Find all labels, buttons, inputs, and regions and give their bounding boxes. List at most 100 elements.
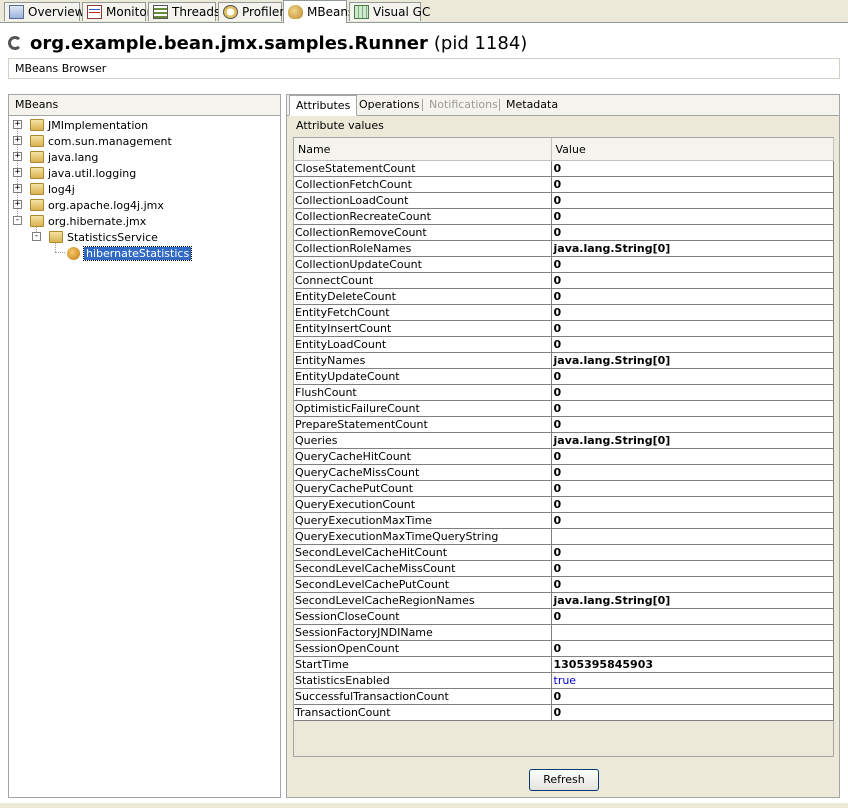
refresh-button[interactable]: Refresh: [529, 769, 599, 791]
table-row[interactable]: QueryExecutionMaxTimeQueryString: [294, 528, 834, 545]
table-row[interactable]: SessionOpenCount 0: [294, 640, 834, 657]
table-header-row: Name Value: [294, 138, 834, 161]
attribute-name-cell: PrepareStatementCount: [294, 416, 552, 433]
table-row[interactable]: EntityFetchCount 0: [294, 304, 834, 321]
column-header-value[interactable]: Value: [551, 138, 834, 161]
expand-icon[interactable]: +: [13, 136, 22, 145]
mbeans-icon: [288, 5, 303, 19]
table-row[interactable]: SessionFactoryJNDIName: [294, 624, 834, 641]
expand-icon[interactable]: +: [13, 152, 22, 161]
table-row[interactable]: QueryCachePutCount 0: [294, 480, 834, 497]
table-row[interactable]: QueryExecutionMaxTime 0: [294, 512, 834, 529]
table-row[interactable]: SecondLevelCacheRegionNames java.lang.Str…: [294, 592, 834, 609]
column-header-name[interactable]: Name: [294, 138, 552, 161]
application-name: org.example.bean.jmx.samples.Runner: [30, 32, 428, 54]
table-row[interactable]: SecondLevelCacheHitCount 0: [294, 544, 834, 561]
tab-attributes[interactable]: Attributes: [289, 95, 358, 116]
tree-node-com-sun-management[interactable]: + com.sun.management: [13, 133, 172, 149]
attribute-value-cell: 0: [551, 320, 834, 337]
table-row[interactable]: CollectionRoleNames java.lang.String[0]: [294, 240, 834, 257]
mbean-detail-panel: Attributes Operations Notifications Meta…: [286, 94, 840, 798]
attribute-value-editable-cell[interactable]: true: [551, 672, 834, 689]
table-row[interactable]: QueryCacheMissCount 0: [294, 464, 834, 481]
table-row[interactable]: TransactionCount 0: [294, 704, 834, 721]
table-row[interactable]: PrepareStatementCount 0: [294, 416, 834, 433]
expand-icon[interactable]: +: [13, 200, 22, 209]
folder-icon: [30, 183, 44, 195]
tree-node-java-util-logging[interactable]: + java.util.logging: [13, 165, 136, 181]
overview-icon: [9, 5, 24, 19]
attribute-name-cell: CloseStatementCount: [294, 160, 552, 177]
tree-node-org-hibernate-jmx[interactable]: - org.hibernate.jmx: [13, 213, 146, 229]
tree-node-org-apache-log4j-jmx[interactable]: + org.apache.log4j.jmx: [13, 197, 164, 213]
attribute-name-cell: SessionOpenCount: [294, 640, 552, 657]
table-row[interactable]: StatisticsEnabled true: [294, 672, 834, 689]
attribute-name-cell: CollectionLoadCount: [294, 192, 552, 209]
tree-node-hibernatestatistics[interactable]: hibernateStatistics: [67, 245, 193, 261]
expand-icon[interactable]: +: [13, 168, 22, 177]
attribute-name-cell: CollectionUpdateCount: [294, 256, 552, 273]
expand-icon[interactable]: +: [13, 120, 22, 129]
attribute-value-cell: java.lang.String[0]: [551, 592, 834, 609]
table-row[interactable]: CollectionUpdateCount 0: [294, 256, 834, 273]
table-row[interactable]: CloseStatementCount 0: [294, 160, 834, 177]
panel-header: MBeans: [9, 95, 280, 116]
tree-node-log4j[interactable]: + log4j: [13, 181, 75, 197]
table-row[interactable]: SecondLevelCacheMissCount 0: [294, 560, 834, 577]
mbeans-tree-panel: MBeans + JMImplementation + com.sun.mana…: [8, 94, 281, 798]
table-row[interactable]: SessionCloseCount 0: [294, 608, 834, 625]
table-row[interactable]: OptimisticFailureCount 0: [294, 400, 834, 417]
attributes-table-container: Name Value CloseStatementCount 0 Collectio…: [293, 137, 834, 757]
tree-node-statisticsservice[interactable]: - StatisticsService: [32, 229, 158, 245]
tree-node-jmimplementation[interactable]: + JMImplementation: [13, 117, 148, 133]
loading-spinner-icon: [8, 36, 22, 50]
table-row[interactable]: CollectionRecreateCount 0: [294, 208, 834, 225]
browser-title-label: MBeans Browser: [15, 62, 107, 75]
table-row[interactable]: EntityInsertCount 0: [294, 320, 834, 337]
attribute-name-cell: Queries: [294, 432, 552, 449]
table-row[interactable]: QueryCacheHitCount 0: [294, 448, 834, 465]
tab-visual-gc[interactable]: Visual GC: [349, 2, 430, 21]
table-row[interactable]: EntityUpdateCount 0: [294, 368, 834, 385]
table-row[interactable]: EntityLoadCount 0: [294, 336, 834, 353]
monitor-icon: [87, 5, 102, 19]
table-row[interactable]: CollectionLoadCount 0: [294, 192, 834, 209]
table-row[interactable]: EntityDeleteCount 0: [294, 288, 834, 305]
attribute-value-cell: [551, 624, 834, 641]
attribute-value-cell: 0: [551, 192, 834, 209]
tree-node-java-lang[interactable]: + java.lang: [13, 149, 98, 165]
table-row[interactable]: CollectionFetchCount 0: [294, 176, 834, 193]
tab-profiler[interactable]: Profiler: [218, 2, 284, 21]
tab-metadata[interactable]: Metadata: [500, 95, 564, 115]
table-row[interactable]: FlushCount 0: [294, 384, 834, 401]
table-row[interactable]: CollectionRemoveCount 0: [294, 224, 834, 241]
tab-overview[interactable]: Overview: [4, 2, 85, 21]
attribute-value-cell: 0: [551, 384, 834, 401]
tab-mbeans[interactable]: MBeans: [283, 0, 354, 23]
table-row[interactable]: SuccessfulTransactionCount 0: [294, 688, 834, 705]
table-row[interactable]: SecondLevelCachePutCount 0: [294, 576, 834, 593]
table-row[interactable]: StartTime 1305395845903: [294, 656, 834, 673]
tab-threads[interactable]: Threads: [148, 2, 220, 21]
attribute-name-cell: TransactionCount: [294, 704, 552, 721]
table-row[interactable]: QueryExecutionCount 0: [294, 496, 834, 513]
collapse-icon[interactable]: -: [32, 232, 41, 241]
attribute-name-cell: SessionCloseCount: [294, 608, 552, 625]
tab-monitor[interactable]: Monitor: [82, 2, 152, 21]
table-row[interactable]: ConnectCount 0: [294, 272, 834, 289]
tab-operations[interactable]: Operations: [353, 95, 425, 115]
attribute-value-cell: 0: [551, 160, 834, 177]
mbeans-browser-title: MBeans Browser: [8, 58, 840, 79]
threads-icon: [153, 5, 168, 19]
table-row[interactable]: Queries java.lang.String[0]: [294, 432, 834, 449]
table-row[interactable]: EntityNames java.lang.String[0]: [294, 352, 834, 369]
profiler-icon: [223, 5, 238, 19]
collapse-icon[interactable]: -: [13, 216, 22, 225]
attribute-value-cell: 0: [551, 448, 834, 465]
expand-icon[interactable]: +: [13, 184, 22, 193]
tab-notifications[interactable]: Notifications: [423, 95, 504, 115]
tab-label: Overview: [28, 5, 85, 19]
tree-node-label: JMImplementation: [48, 118, 149, 132]
attribute-name-cell: FlushCount: [294, 384, 552, 401]
attribute-name-cell: SecondLevelCacheHitCount: [294, 544, 552, 561]
